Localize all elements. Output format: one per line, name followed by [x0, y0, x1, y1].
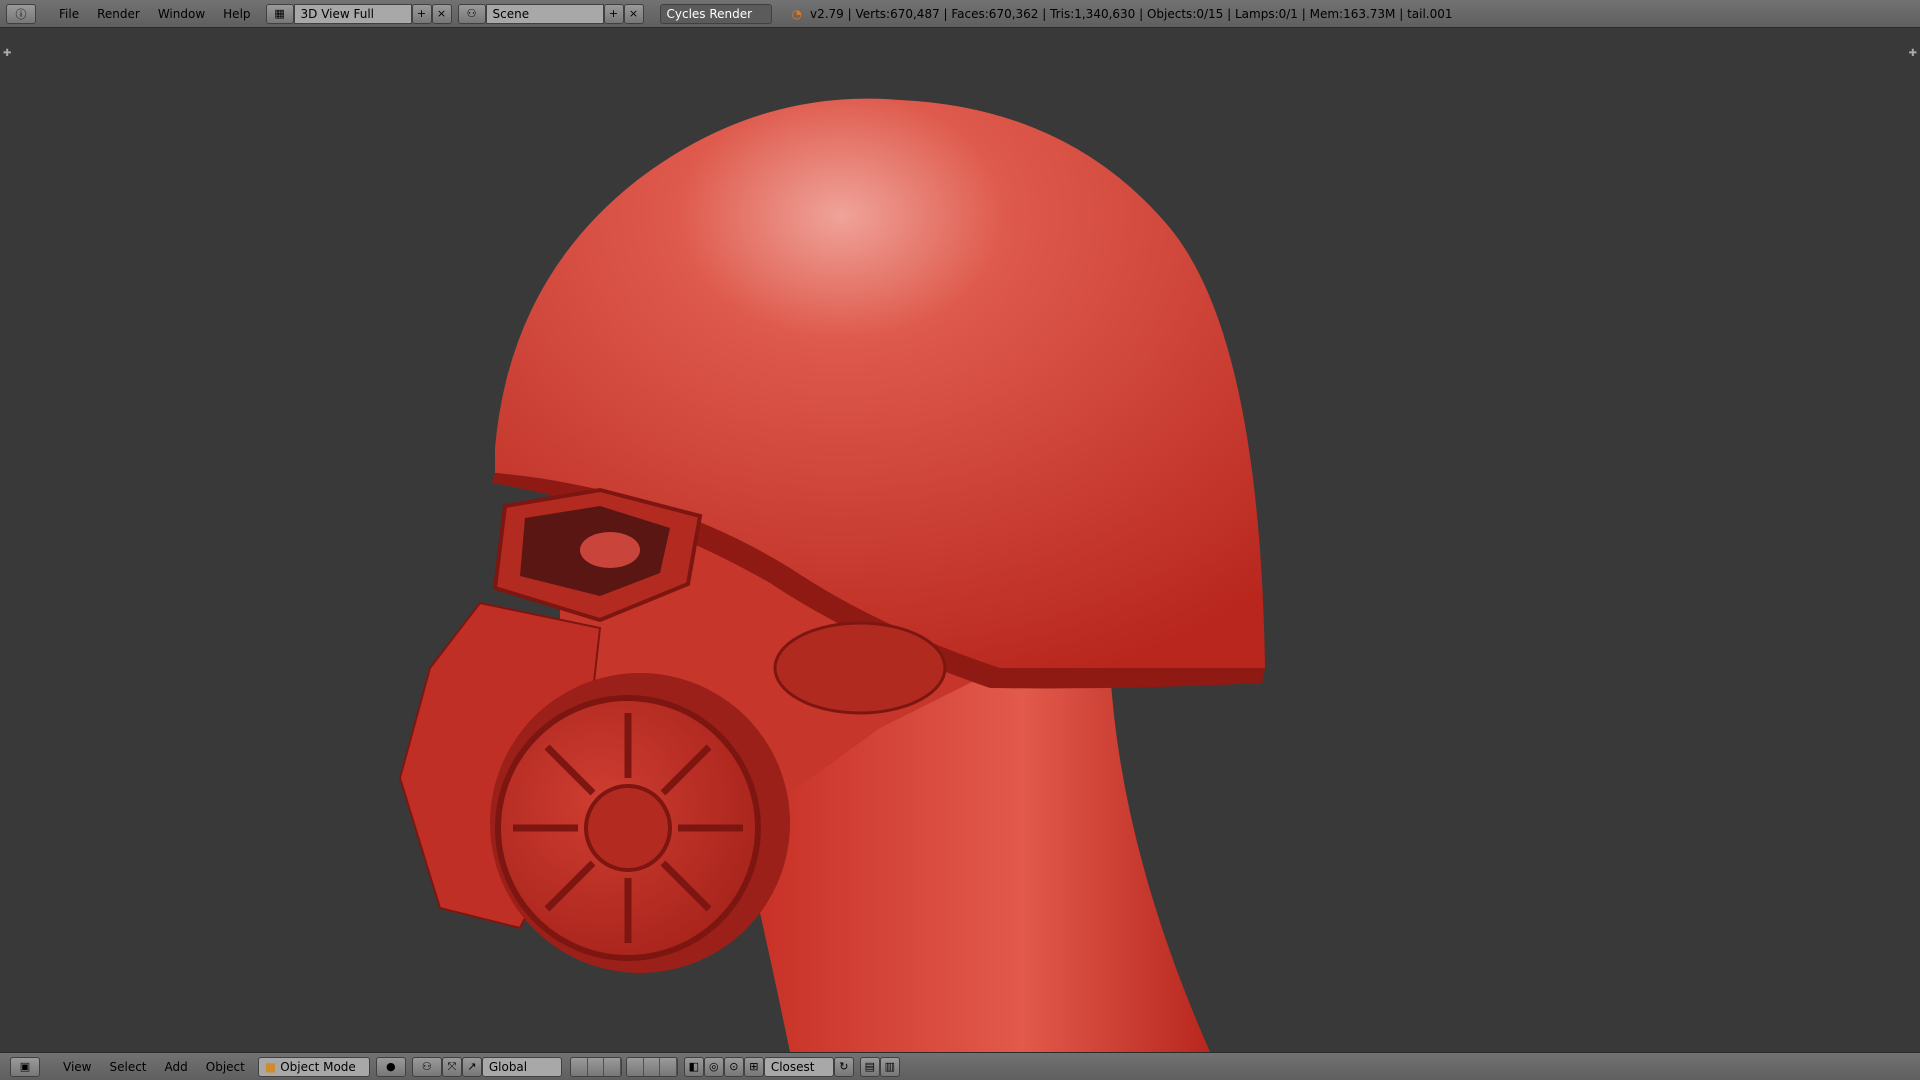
scene-field[interactable]: Scene	[485, 3, 604, 24]
snap-target-dropdown[interactable]: Closest	[763, 1056, 834, 1077]
blender-logo-icon: ◔	[791, 6, 802, 21]
filter-center	[584, 784, 672, 872]
scene-statistics: v2.79 | Verts:670,487 | Faces:670,362 | …	[810, 6, 1453, 21]
ear-strap-piece	[773, 621, 947, 715]
screen-layout-field[interactable]: 3D View Full	[293, 3, 412, 24]
close-layout-icon[interactable]: ×	[431, 3, 452, 24]
viewport-corner-handle-right[interactable]: ✚	[1909, 48, 1917, 59]
editor-type-info-icon[interactable]: ⓘ	[6, 3, 36, 24]
proportional-edit-icon[interactable]: ◎	[703, 1056, 724, 1077]
interaction-mode-dropdown[interactable]: ■ Object Mode	[257, 1056, 370, 1077]
gas-mask-helmet-model[interactable]	[0, 28, 1920, 1052]
menu-view[interactable]: View	[54, 1057, 100, 1077]
view3d-icon[interactable]: ▣	[10, 1056, 40, 1077]
viewport-corner-handle-left[interactable]: ✚	[3, 48, 11, 59]
object-mode-icon: ■	[264, 1059, 277, 1074]
menu-object[interactable]: Object	[197, 1057, 254, 1077]
menu-select[interactable]: Select	[100, 1057, 155, 1077]
snap-icon[interactable]: ⊙	[723, 1056, 744, 1077]
render-engine-dropdown[interactable]: Cycles Render	[659, 3, 772, 24]
view3d-header: ▣ View Select Add Object ■ Object Mode ●…	[0, 1052, 1920, 1080]
add-scene-icon[interactable]: +	[603, 3, 624, 24]
layers-group-1[interactable]	[569, 1056, 622, 1077]
snap-element-icon[interactable]: ⊞	[743, 1056, 764, 1077]
lock-layers-icon[interactable]: ◧	[683, 1056, 704, 1077]
menu-render[interactable]: Render	[88, 4, 149, 24]
shading-icon[interactable]: ●	[375, 1056, 406, 1077]
menu-file[interactable]: File	[50, 4, 88, 24]
manipulator-translate-icon[interactable]: ↗	[461, 1056, 482, 1077]
3d-viewport[interactable]: ✚ ✚	[0, 28, 1920, 1052]
menu-add[interactable]: Add	[156, 1057, 197, 1077]
menu-help[interactable]: Help	[214, 4, 259, 24]
layers-group-2[interactable]	[625, 1056, 678, 1077]
layout-icon[interactable]: ▦	[265, 3, 294, 24]
snap-align-icon[interactable]: ↻	[833, 1056, 854, 1077]
info-header: ⓘ File Render Window Help ▦ 3D View Full…	[0, 0, 1920, 28]
render-anim-icon[interactable]: ▥	[879, 1056, 900, 1077]
orientation-dropdown[interactable]: Global	[481, 1056, 562, 1077]
scene-icon[interactable]: ⚇	[457, 3, 486, 24]
eye	[580, 532, 640, 568]
render-icon[interactable]: ▤	[859, 1056, 880, 1077]
pivot-icon[interactable]: ⚇	[411, 1056, 442, 1077]
add-layout-icon[interactable]: +	[411, 3, 432, 24]
mode-label: Object Mode	[280, 1059, 356, 1074]
menu-window[interactable]: Window	[149, 4, 214, 24]
manipulator-icon[interactable]: ⤧	[441, 1056, 462, 1077]
close-scene-icon[interactable]: ×	[623, 3, 644, 24]
